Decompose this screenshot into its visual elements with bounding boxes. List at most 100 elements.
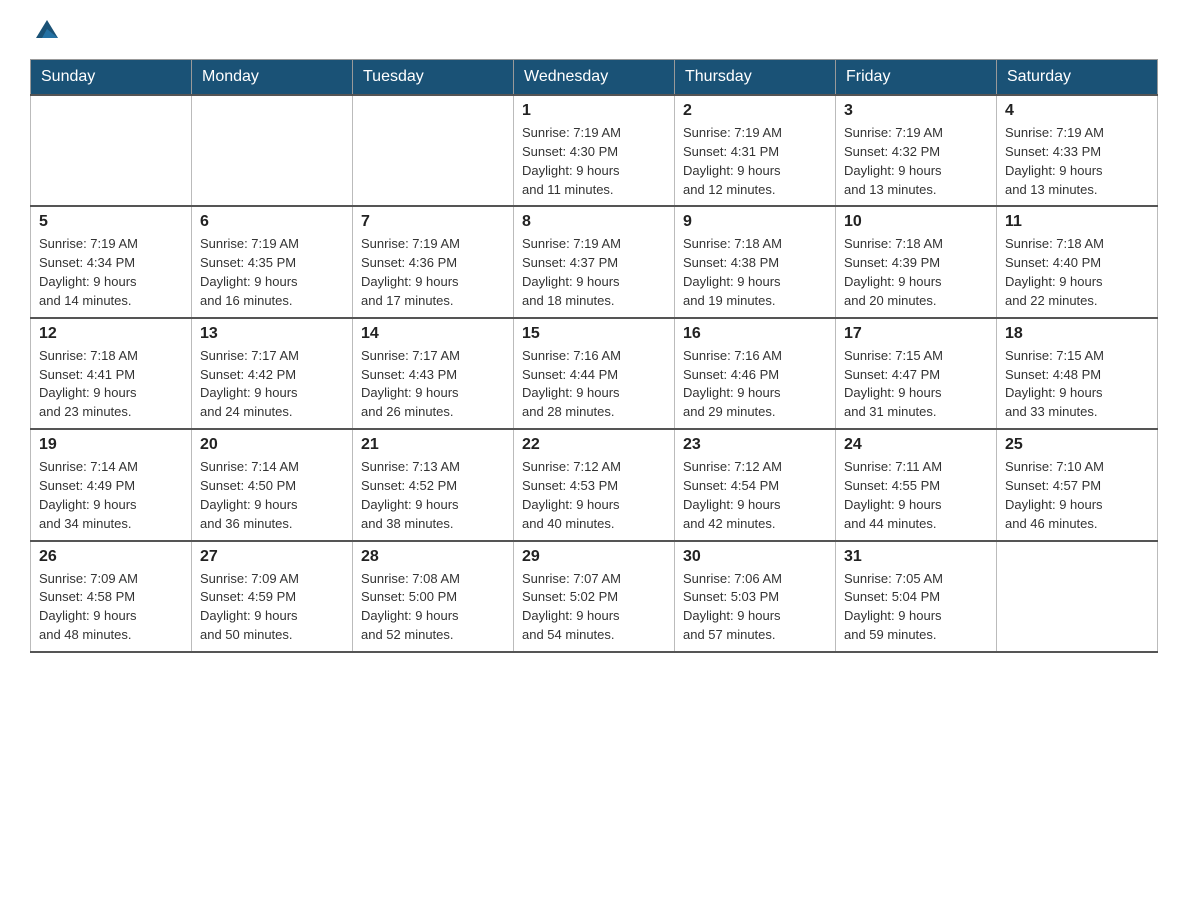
day-number: 2 <box>683 102 827 120</box>
calendar-cell: 18 Sunrise: 7:15 AM Sunset: 4:48 PM Dayli… <box>997 318 1158 429</box>
day-number: 28 <box>361 548 505 566</box>
calendar-week-row: 19Sunrise: 7:14 AM Sunset: 4:49 PM Dayli… <box>31 429 1158 540</box>
calendar-cell: 27 Sunrise: 7:09 AM Sunset: 4:59 PM Dayli… <box>192 541 353 652</box>
day-info: Sunrise: 7:05 AM Sunset: 5:04 PM Dayligh… <box>844 570 988 645</box>
day-info: Sunrise: 7:17 AM Sunset: 4:42 PM Dayligh… <box>200 347 344 422</box>
calendar-cell: 2 Sunrise: 7:19 AM Sunset: 4:31 PM Daylig… <box>675 95 836 206</box>
day-number: 25 <box>1005 436 1149 454</box>
logo-triangle-icon <box>36 20 58 43</box>
column-header-friday: Friday <box>836 60 997 96</box>
day-number: 18 <box>1005 325 1149 343</box>
day-info: Sunrise: 7:12 AM Sunset: 4:54 PM Dayligh… <box>683 458 827 533</box>
day-info: Sunrise: 7:19 AM Sunset: 4:36 PM Dayligh… <box>361 235 505 310</box>
day-info: Sunrise: 7:14 AM Sunset: 4:50 PM Dayligh… <box>200 458 344 533</box>
day-number: 10 <box>844 213 988 231</box>
day-number: 11 <box>1005 213 1149 231</box>
day-number: 8 <box>522 213 666 231</box>
calendar-cell: 6 Sunrise: 7:19 AM Sunset: 4:35 PM Daylig… <box>192 206 353 317</box>
day-number: 13 <box>200 325 344 343</box>
day-number: 30 <box>683 548 827 566</box>
day-info: Sunrise: 7:19 AM Sunset: 4:33 PM Dayligh… <box>1005 124 1149 199</box>
calendar-cell: 21 Sunrise: 7:13 AM Sunset: 4:52 PM Dayli… <box>353 429 514 540</box>
calendar-cell <box>997 541 1158 652</box>
logo <box>30 20 58 39</box>
calendar-cell: 28 Sunrise: 7:08 AM Sunset: 5:00 PM Dayli… <box>353 541 514 652</box>
calendar-cell: 13 Sunrise: 7:17 AM Sunset: 4:42 PM Dayli… <box>192 318 353 429</box>
calendar-cell: 25 Sunrise: 7:10 AM Sunset: 4:57 PM Dayli… <box>997 429 1158 540</box>
day-info: Sunrise: 7:18 AM Sunset: 4:39 PM Dayligh… <box>844 235 988 310</box>
day-info: Sunrise: 7:19 AM Sunset: 4:37 PM Dayligh… <box>522 235 666 310</box>
day-info: Sunrise: 7:09 AM Sunset: 4:58 PM Dayligh… <box>39 570 183 645</box>
calendar-cell: 23 Sunrise: 7:12 AM Sunset: 4:54 PM Dayli… <box>675 429 836 540</box>
calendar-cell: 19Sunrise: 7:14 AM Sunset: 4:49 PM Dayli… <box>31 429 192 540</box>
calendar-cell: 11 Sunrise: 7:18 AM Sunset: 4:40 PM Dayli… <box>997 206 1158 317</box>
day-info: Sunrise: 7:15 AM Sunset: 4:48 PM Dayligh… <box>1005 347 1149 422</box>
calendar-header-row: SundayMondayTuesdayWednesdayThursdayFrid… <box>31 60 1158 96</box>
column-header-saturday: Saturday <box>997 60 1158 96</box>
calendar-cell: 7 Sunrise: 7:19 AM Sunset: 4:36 PM Daylig… <box>353 206 514 317</box>
day-number: 17 <box>844 325 988 343</box>
day-info: Sunrise: 7:19 AM Sunset: 4:35 PM Dayligh… <box>200 235 344 310</box>
day-info: Sunrise: 7:07 AM Sunset: 5:02 PM Dayligh… <box>522 570 666 645</box>
day-info: Sunrise: 7:18 AM Sunset: 4:38 PM Dayligh… <box>683 235 827 310</box>
day-number: 31 <box>844 548 988 566</box>
day-info: Sunrise: 7:19 AM Sunset: 4:34 PM Dayligh… <box>39 235 183 310</box>
column-header-tuesday: Tuesday <box>353 60 514 96</box>
day-info: Sunrise: 7:13 AM Sunset: 4:52 PM Dayligh… <box>361 458 505 533</box>
day-number: 16 <box>683 325 827 343</box>
day-number: 22 <box>522 436 666 454</box>
day-number: 27 <box>200 548 344 566</box>
calendar-week-row: 12Sunrise: 7:18 AM Sunset: 4:41 PM Dayli… <box>31 318 1158 429</box>
day-number: 7 <box>361 213 505 231</box>
column-header-wednesday: Wednesday <box>514 60 675 96</box>
calendar-cell: 30 Sunrise: 7:06 AM Sunset: 5:03 PM Dayli… <box>675 541 836 652</box>
calendar-cell: 16Sunrise: 7:16 AM Sunset: 4:46 PM Dayli… <box>675 318 836 429</box>
calendar-week-row: 5 Sunrise: 7:19 AM Sunset: 4:34 PM Daylig… <box>31 206 1158 317</box>
calendar-cell: 31 Sunrise: 7:05 AM Sunset: 5:04 PM Dayli… <box>836 541 997 652</box>
calendar-cell <box>31 95 192 206</box>
day-info: Sunrise: 7:08 AM Sunset: 5:00 PM Dayligh… <box>361 570 505 645</box>
calendar-cell: 15 Sunrise: 7:16 AM Sunset: 4:44 PM Dayli… <box>514 318 675 429</box>
calendar-week-row: 26Sunrise: 7:09 AM Sunset: 4:58 PM Dayli… <box>31 541 1158 652</box>
day-info: Sunrise: 7:06 AM Sunset: 5:03 PM Dayligh… <box>683 570 827 645</box>
day-info: Sunrise: 7:12 AM Sunset: 4:53 PM Dayligh… <box>522 458 666 533</box>
calendar-cell: 14 Sunrise: 7:17 AM Sunset: 4:43 PM Dayli… <box>353 318 514 429</box>
day-info: Sunrise: 7:14 AM Sunset: 4:49 PM Dayligh… <box>39 458 183 533</box>
column-header-sunday: Sunday <box>31 60 192 96</box>
page-header <box>30 20 1158 39</box>
calendar-cell: 9 Sunrise: 7:18 AM Sunset: 4:38 PM Daylig… <box>675 206 836 317</box>
calendar-cell: 1Sunrise: 7:19 AM Sunset: 4:30 PM Daylig… <box>514 95 675 206</box>
calendar-cell: 26Sunrise: 7:09 AM Sunset: 4:58 PM Dayli… <box>31 541 192 652</box>
calendar-cell: 29 Sunrise: 7:07 AM Sunset: 5:02 PM Dayli… <box>514 541 675 652</box>
day-info: Sunrise: 7:19 AM Sunset: 4:30 PM Dayligh… <box>522 124 666 199</box>
day-info: Sunrise: 7:18 AM Sunset: 4:40 PM Dayligh… <box>1005 235 1149 310</box>
day-info: Sunrise: 7:19 AM Sunset: 4:31 PM Dayligh… <box>683 124 827 199</box>
day-info: Sunrise: 7:17 AM Sunset: 4:43 PM Dayligh… <box>361 347 505 422</box>
day-info: Sunrise: 7:16 AM Sunset: 4:44 PM Dayligh… <box>522 347 666 422</box>
day-number: 20 <box>200 436 344 454</box>
day-number: 15 <box>522 325 666 343</box>
day-number: 6 <box>200 213 344 231</box>
calendar-table: SundayMondayTuesdayWednesdayThursdayFrid… <box>30 59 1158 653</box>
day-number: 14 <box>361 325 505 343</box>
calendar-cell: 12Sunrise: 7:18 AM Sunset: 4:41 PM Dayli… <box>31 318 192 429</box>
calendar-cell: 20 Sunrise: 7:14 AM Sunset: 4:50 PM Dayli… <box>192 429 353 540</box>
day-number: 29 <box>522 548 666 566</box>
day-info: Sunrise: 7:09 AM Sunset: 4:59 PM Dayligh… <box>200 570 344 645</box>
calendar-cell: 22 Sunrise: 7:12 AM Sunset: 4:53 PM Dayli… <box>514 429 675 540</box>
day-number: 21 <box>361 436 505 454</box>
day-number: 9 <box>683 213 827 231</box>
calendar-cell <box>192 95 353 206</box>
day-number: 4 <box>1005 102 1149 120</box>
day-info: Sunrise: 7:10 AM Sunset: 4:57 PM Dayligh… <box>1005 458 1149 533</box>
day-number: 5 <box>39 213 183 231</box>
day-number: 24 <box>844 436 988 454</box>
column-header-thursday: Thursday <box>675 60 836 96</box>
calendar-cell: 4 Sunrise: 7:19 AM Sunset: 4:33 PM Daylig… <box>997 95 1158 206</box>
column-header-monday: Monday <box>192 60 353 96</box>
calendar-cell: 10 Sunrise: 7:18 AM Sunset: 4:39 PM Dayli… <box>836 206 997 317</box>
day-number: 12 <box>39 325 183 343</box>
calendar-cell: 8 Sunrise: 7:19 AM Sunset: 4:37 PM Daylig… <box>514 206 675 317</box>
calendar-cell: 5 Sunrise: 7:19 AM Sunset: 4:34 PM Daylig… <box>31 206 192 317</box>
day-number: 23 <box>683 436 827 454</box>
